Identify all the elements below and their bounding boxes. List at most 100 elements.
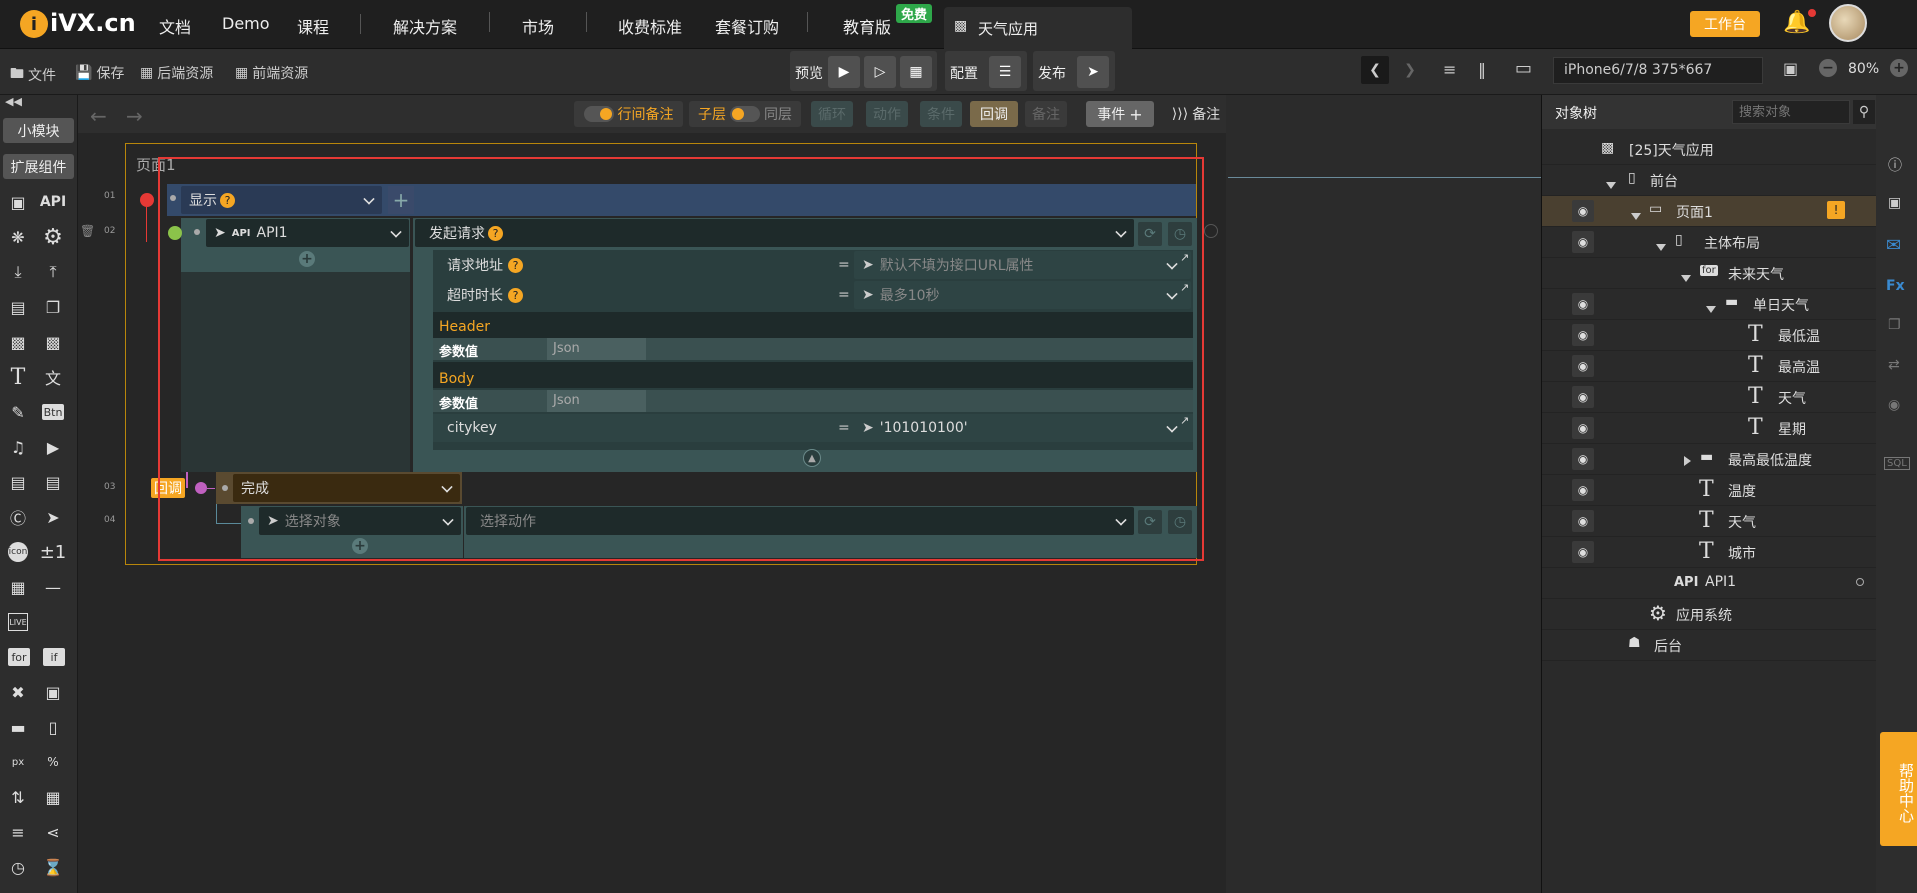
tab-small-modules[interactable]: 小模块 <box>3 118 74 143</box>
callback-button[interactable]: 回调 <box>970 101 1018 127</box>
help-center-button[interactable]: 帮助中心 <box>1880 732 1917 846</box>
sort-icon[interactable]: ⇅ <box>4 783 32 811</box>
trash-icon[interactable]: 🗑 <box>80 224 95 238</box>
condition-button[interactable]: 条件 <box>920 101 962 127</box>
timer-icon[interactable]: ◷ <box>4 853 32 881</box>
zoom-in-icon[interactable]: + <box>1890 59 1908 77</box>
edit-icon[interactable]: ✎ <box>4 398 32 426</box>
eye-icon[interactable]: ◉ <box>1572 386 1594 408</box>
vr-icon[interactable]: ◉ <box>1888 397 1900 413</box>
eye-icon[interactable]: ◉ <box>1572 200 1594 222</box>
for-icon[interactable]: for <box>8 648 30 666</box>
info-badge-icon[interactable]: ! <box>1827 201 1845 219</box>
tree-item-max-temp[interactable]: ◉ T 最高温 <box>1542 351 1877 382</box>
function-icon[interactable]: Fx <box>1886 278 1905 294</box>
eye-icon[interactable]: ◉ <box>1572 324 1594 346</box>
table-icon[interactable]: ▦ <box>39 783 67 811</box>
tree-item-main-layout[interactable]: ◉ ▯ 主体布局 <box>1542 227 1877 258</box>
zoom-out-icon[interactable]: − <box>1819 59 1837 77</box>
tree-item-weather[interactable]: ◉ T 天气 <box>1542 382 1877 413</box>
undo-icon[interactable]: ← <box>90 104 107 128</box>
tree-item-min-temp[interactable]: ◉ T 最低温 <box>1542 320 1877 351</box>
indent-icon[interactable]: ≡ <box>4 818 32 846</box>
play-device-icon[interactable]: ▷ <box>864 56 896 88</box>
upload-icon[interactable]: ⤒ <box>39 258 67 286</box>
trigger-dot[interactable] <box>140 193 154 207</box>
tab-extensions[interactable]: 扩展组件 <box>3 154 74 179</box>
copy-icon[interactable]: ❐ <box>39 293 67 321</box>
avatar[interactable] <box>1829 4 1867 42</box>
workbench-button[interactable]: 工作台 <box>1690 11 1760 37</box>
eye-icon[interactable]: ◉ <box>1572 510 1594 532</box>
nav-solutions[interactable]: 解决方案 <box>393 14 457 38</box>
copy-icon[interactable]: ❐ <box>1888 317 1901 333</box>
sql-icon[interactable]: SQL <box>1884 457 1910 470</box>
tree-item-weekday[interactable]: ◉ T 星期 <box>1542 413 1877 444</box>
location-icon[interactable]: ➤ <box>39 503 67 531</box>
redo-icon[interactable]: → <box>126 104 143 128</box>
column-layout-icon[interactable]: ▯ <box>39 713 67 741</box>
image-icon[interactable]: ▩ <box>4 328 32 356</box>
tree-item-future-weather[interactable]: for 未来天气 <box>1542 258 1877 289</box>
add-event-button[interactable]: 事件 + <box>1086 101 1154 127</box>
eye-icon[interactable]: ◉ <box>1572 541 1594 563</box>
ivx-logo-icon[interactable]: i <box>20 10 48 38</box>
align-left-icon[interactable]: ≡ <box>1443 60 1456 79</box>
qrcode-icon[interactable]: ▦ <box>900 56 932 88</box>
chat-icon[interactable]: ✉ <box>1886 235 1901 256</box>
eye-icon[interactable]: ◉ <box>1572 293 1594 315</box>
settings-dot-icon[interactable] <box>1204 224 1218 238</box>
eye-icon[interactable]: ◉ <box>1572 417 1594 439</box>
tree-item-day-weather[interactable]: ◉ ▬ 单日天气 <box>1542 289 1877 320</box>
nav-docs[interactable]: 文档 <box>159 14 191 38</box>
divider-icon[interactable]: — <box>39 573 67 601</box>
loop-button[interactable]: 循环 <box>811 101 853 127</box>
sliders-icon[interactable]: ☰ <box>989 56 1021 88</box>
percent-unit-icon[interactable]: % <box>39 748 67 776</box>
if-icon[interactable]: if <box>43 648 65 666</box>
px-unit-icon[interactable]: px <box>4 748 32 776</box>
components-icon[interactable]: ▣ <box>1888 195 1901 211</box>
tree-item-temperature[interactable]: ◉ T 温度 <box>1542 475 1877 506</box>
file-button[interactable]: 🖿 文件 <box>10 63 56 87</box>
tree-share-icon[interactable]: ⋖ <box>39 818 67 846</box>
tree-item-page1[interactable]: ◉ ▭ 页面1 ! <box>1542 196 1877 227</box>
row-note-toggle[interactable]: 行间备注 <box>574 101 683 127</box>
screenshot-icon[interactable]: ▣ <box>1783 59 1798 78</box>
api-icon[interactable]: API <box>39 188 67 216</box>
collapse-left-icon[interactable]: ◀◀ <box>5 95 22 108</box>
chevron-left-icon[interactable]: ❮ <box>1361 56 1389 84</box>
layer-toggle[interactable]: 子层 同层 <box>689 101 801 127</box>
text-icon[interactable]: T <box>4 363 32 391</box>
cube-icon[interactable]: ▣ <box>4 188 32 216</box>
nav-course[interactable]: 课程 <box>297 14 329 38</box>
translate-icon[interactable]: 文 <box>39 363 67 391</box>
backend-resources-button[interactable]: ▦ 后端资源 <box>140 63 213 83</box>
frontend-resources-button[interactable]: ▦ 前端资源 <box>235 63 308 83</box>
form-icon[interactable]: ▤ <box>4 468 32 496</box>
btn-icon[interactable]: Btn <box>42 404 64 420</box>
eye-icon[interactable]: ◉ <box>1572 355 1594 377</box>
align-bars-icon[interactable]: ‖ <box>1478 60 1486 79</box>
tree-item-backend[interactable]: ☗ 后台 <box>1542 630 1877 661</box>
app-tab[interactable]: ▩ 天气应用 <box>944 7 1132 49</box>
nav-demo[interactable]: Demo <box>222 14 270 33</box>
hourglass-icon[interactable]: ⌛ <box>39 853 67 881</box>
video-icon[interactable]: ▶ <box>39 433 67 461</box>
info-icon[interactable]: ⓘ <box>1888 155 1902 175</box>
share-icon[interactable]: ❋ <box>4 223 32 251</box>
nav-pricing[interactable]: 收费标准 <box>618 14 682 38</box>
note-button[interactable]: 备注 <box>1025 101 1067 127</box>
nav-education[interactable]: 教育版 <box>843 14 891 38</box>
tree-item-frontend[interactable]: ▯ 前台 <box>1542 165 1877 196</box>
action-button[interactable]: 动作 <box>866 101 908 127</box>
increment-icon[interactable]: ±1 <box>39 538 67 566</box>
bell-icon[interactable]: 🔔 <box>1783 10 1810 35</box>
tree-item-weather-text[interactable]: ◉ T 天气 <box>1542 506 1877 537</box>
shrink-icon[interactable]: ✖ <box>4 678 32 706</box>
play-icon[interactable]: ▶ <box>828 56 860 88</box>
eye-icon[interactable]: ◉ <box>1572 448 1594 470</box>
tree-item-city[interactable]: ◉ T 城市 <box>1542 537 1877 568</box>
music-icon[interactable]: ♫ <box>4 433 32 461</box>
icon-icon[interactable]: icon <box>8 542 28 562</box>
